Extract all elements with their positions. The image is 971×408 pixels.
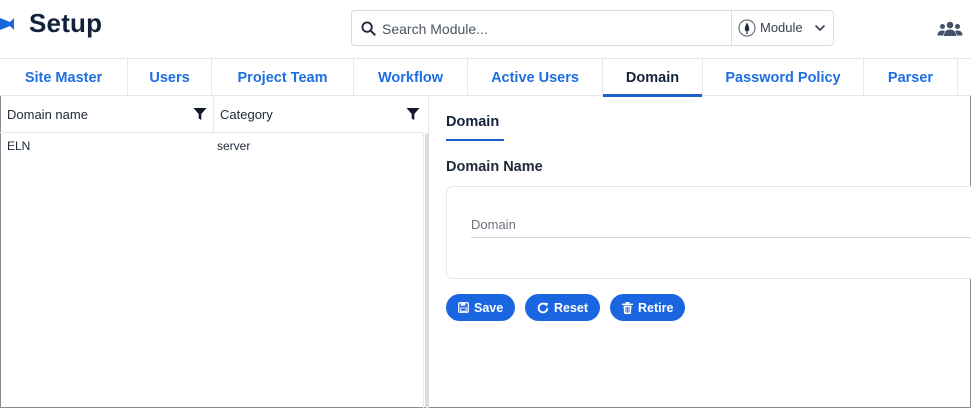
module-icon (738, 19, 756, 37)
page-title: Setup (29, 8, 103, 38)
users-icon[interactable] (937, 20, 963, 38)
header: Setup Module (0, 0, 971, 58)
column-header-category[interactable]: Category (214, 96, 423, 133)
domain-form: Domain Domain Name Save Reset Retire (430, 96, 971, 408)
column-header-label: Category (220, 107, 273, 122)
save-button[interactable]: Save (446, 294, 516, 321)
module-label: Module (760, 20, 803, 35)
filter-icon[interactable] (193, 107, 207, 121)
reset-icon (537, 302, 549, 313)
scrollbar-thumb[interactable] (425, 133, 429, 408)
column-header-domain-name[interactable]: Domain name (0, 96, 214, 133)
tab-workflow[interactable]: Workflow (354, 59, 468, 96)
search-icon (361, 21, 376, 36)
cell-domain-name: ELN (7, 139, 31, 153)
tab-password-policy[interactable]: Password Policy (703, 59, 864, 96)
tab-label: Active Users (491, 69, 579, 86)
tab-label: Users (149, 69, 190, 86)
cell-category: server (217, 139, 251, 153)
section-label: Domain Name (446, 159, 543, 175)
domain-input[interactable] (471, 212, 971, 238)
retire-button[interactable]: Retire (610, 294, 686, 321)
tab-label: Domain (625, 69, 680, 86)
tab-active-users[interactable]: Active Users (468, 59, 603, 96)
search-box[interactable]: Module (351, 10, 834, 46)
form-tab-domain[interactable]: Domain (446, 114, 499, 130)
column-header-label: Domain name (7, 107, 88, 122)
reset-button-label: Reset (554, 300, 589, 315)
domain-table: Domain name Category ELN server (0, 96, 429, 408)
tab-project-team[interactable]: Project Team (212, 59, 354, 96)
search-input[interactable] (382, 17, 727, 41)
tab-label: Parser (887, 69, 934, 86)
tab-parser[interactable]: Parser (864, 59, 958, 96)
save-icon (458, 302, 469, 313)
tab-label: Project Team (237, 69, 328, 86)
filter-icon[interactable] (406, 107, 420, 121)
tab-site-master[interactable]: Site Master (0, 59, 128, 96)
table-scrollbar[interactable] (423, 133, 429, 408)
tab-bar: Site Master Users Project Team Workflow … (0, 58, 971, 97)
domain-name-card (446, 186, 971, 279)
table-row[interactable]: ELN server (0, 134, 423, 160)
form-tab-underline (446, 139, 504, 141)
save-button-label: Save (474, 300, 504, 315)
tab-users[interactable]: Users (128, 59, 212, 96)
tab-label: Workflow (378, 69, 443, 86)
tab-label: Password Policy (725, 69, 841, 86)
chevron-down-icon (815, 25, 825, 31)
reset-button[interactable]: Reset (525, 294, 601, 321)
app-logo-icon (0, 18, 14, 30)
retire-button-label: Retire (638, 300, 674, 315)
module-select[interactable]: Module (733, 11, 833, 45)
tab-label: Site Master (24, 69, 103, 86)
tab-domain[interactable]: Domain (603, 59, 703, 97)
table-header: Domain name Category (0, 96, 423, 133)
trash-icon (622, 301, 633, 314)
search-divider (731, 11, 732, 45)
